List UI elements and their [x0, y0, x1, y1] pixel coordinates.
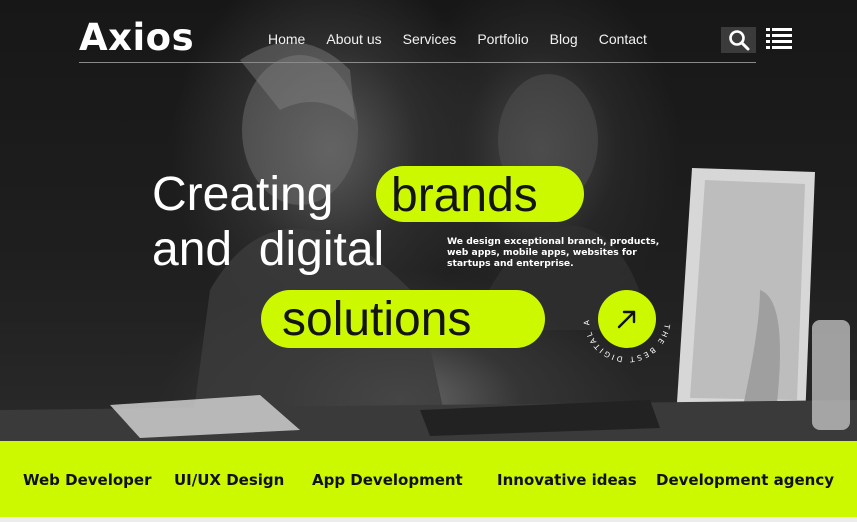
highlight-solutions-text: solutions — [282, 293, 472, 346]
headline-line-1: Creating — [152, 168, 334, 221]
nav-home[interactable]: Home — [268, 31, 305, 47]
nav-contact[interactable]: Contact — [599, 31, 647, 47]
service-innovative-ideas: Innovative ideas — [497, 471, 637, 489]
logo[interactable]: Axios — [79, 16, 194, 59]
nav-services[interactable]: Services — [403, 31, 457, 47]
nav-blog[interactable]: Blog — [550, 31, 578, 47]
page-bottom-edge — [0, 517, 857, 522]
highlight-pill-brands: brands — [376, 166, 584, 222]
menu-button[interactable] — [766, 27, 792, 54]
agency-badge[interactable]: THE BEST DIGITAL AGENCY LEADING — [578, 270, 676, 368]
search-button[interactable] — [721, 27, 756, 53]
nav-divider — [79, 62, 756, 63]
headline-line-2: and digital — [152, 223, 385, 276]
service-app-development: App Development — [312, 471, 463, 489]
services-strip: Web Developer UI/UX Design App Developme… — [0, 441, 857, 517]
hero-tagline: We design exceptional branch, products, … — [447, 236, 660, 269]
nav-about[interactable]: About us — [326, 31, 381, 47]
service-development-agency: Development agency — [656, 471, 835, 489]
main-nav: Home About us Services Portfolio Blog Co… — [268, 31, 668, 47]
highlight-pill-solutions: solutions — [261, 290, 545, 348]
service-web-developer: Web Developer — [23, 471, 152, 489]
list-menu-icon — [766, 28, 792, 49]
service-uiux-design: UI/UX Design — [174, 471, 285, 489]
nav-portfolio[interactable]: Portfolio — [477, 31, 528, 47]
highlight-brands-text: brands — [391, 169, 538, 222]
search-icon — [728, 30, 749, 51]
